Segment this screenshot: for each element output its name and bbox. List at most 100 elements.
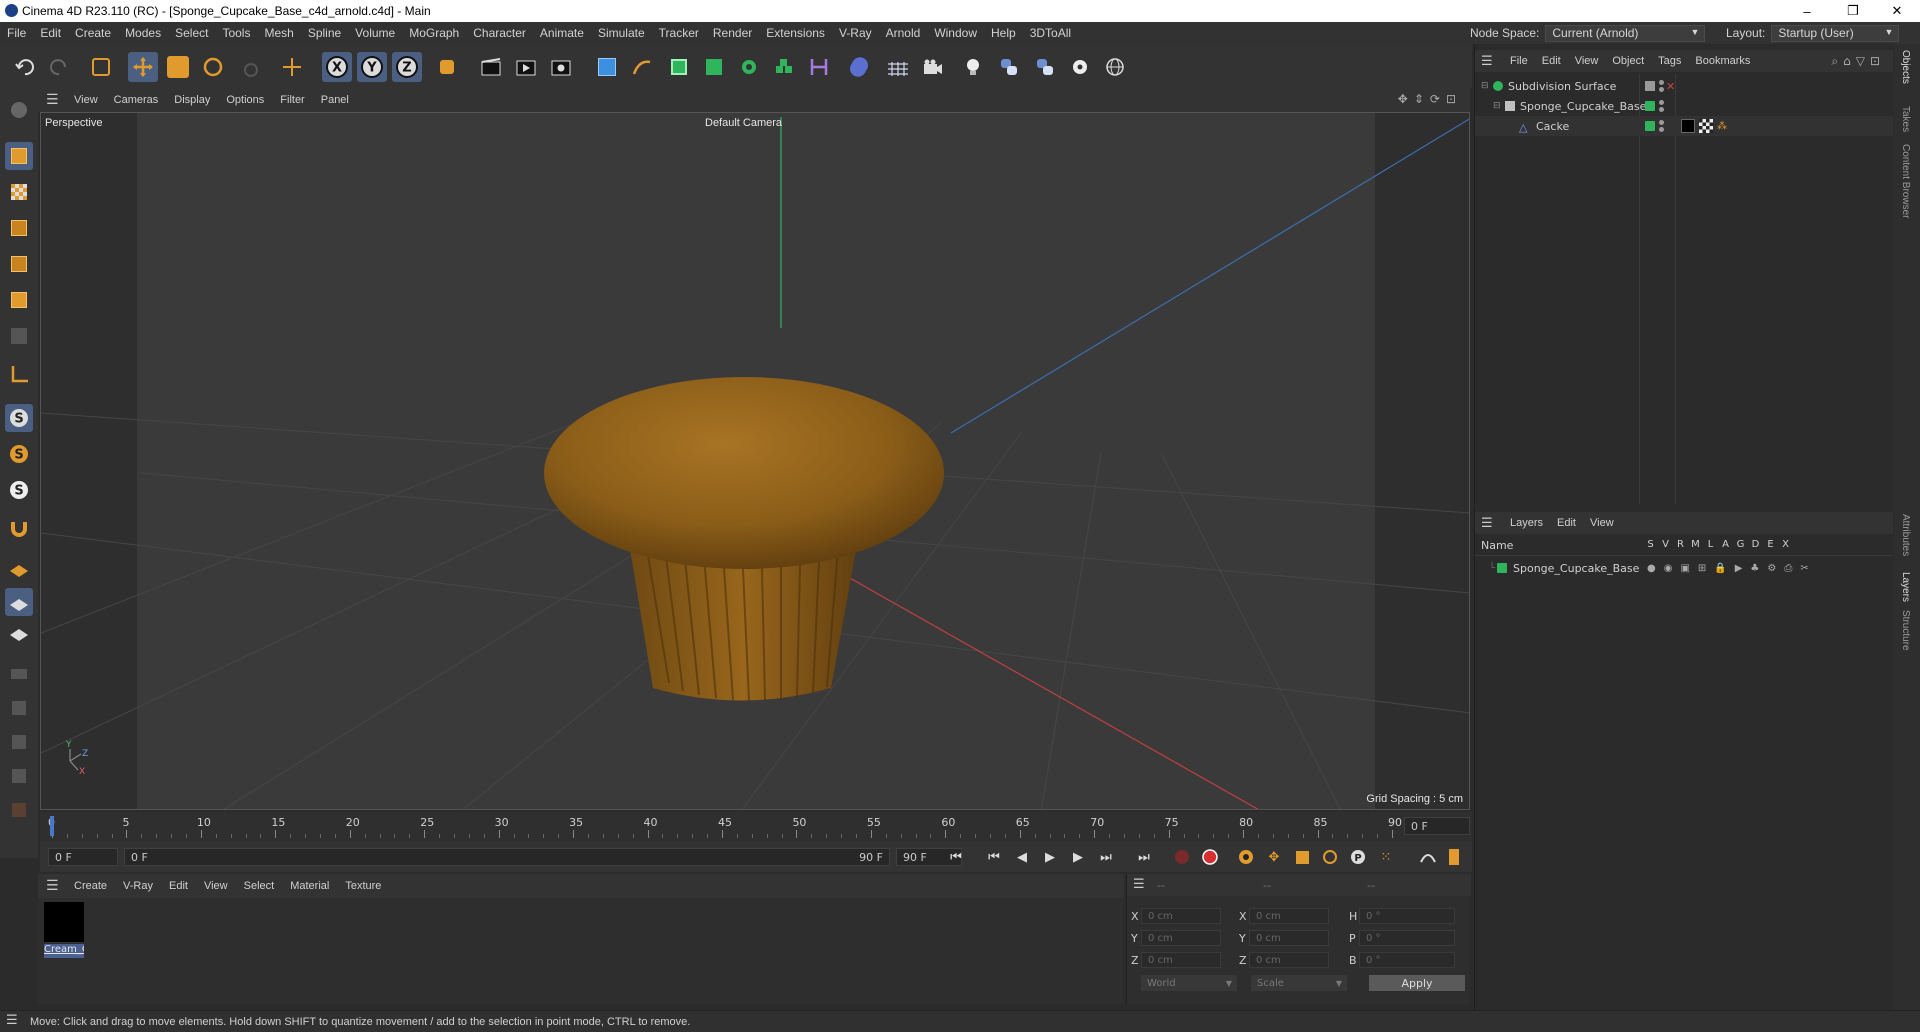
material-menu-material[interactable]: Material (282, 880, 337, 892)
lock-x-button[interactable]: X (322, 52, 352, 82)
menu-tracker[interactable]: Tracker (652, 26, 706, 40)
paint-button[interactable] (5, 660, 33, 688)
layers-menu-layers[interactable]: Layers (1503, 517, 1550, 529)
sculpt-r-button[interactable] (5, 728, 33, 756)
goto-start-button[interactable]: ⏮ (946, 847, 966, 867)
menu-extensions[interactable]: Extensions (759, 26, 832, 40)
undo-button[interactable] (10, 52, 40, 82)
menu-mograph[interactable]: MoGraph (402, 26, 466, 40)
deformer-button[interactable] (804, 52, 834, 82)
rot-p-field[interactable]: 0 ° (1359, 930, 1455, 946)
goto-end-button[interactable]: ⏭ (1134, 847, 1154, 867)
layer-column-r[interactable]: R (1673, 539, 1688, 550)
maximize-button[interactable]: ❐ (1830, 0, 1876, 22)
playhead[interactable] (50, 816, 54, 836)
size-y-field[interactable]: 0 cm (1249, 930, 1329, 946)
tab-structure[interactable]: Structure (1900, 610, 1911, 651)
workplane-button[interactable] (5, 554, 33, 582)
material-menu-select[interactable]: Select (236, 880, 283, 892)
camera-button[interactable] (918, 52, 948, 82)
polygons-mode-button[interactable] (5, 286, 33, 314)
sculpt-extra-button[interactable] (5, 796, 33, 824)
key-param-button[interactable]: P (1348, 847, 1368, 867)
redo-button[interactable] (44, 52, 74, 82)
prev-frame-button[interactable]: ◀ (1012, 847, 1032, 867)
object-row-cacke[interactable]: △ Cacke ⁂ (1475, 116, 1893, 136)
hamburger-icon[interactable]: ☰ (6, 1013, 18, 1028)
viewport-menu-view[interactable]: View (66, 94, 106, 106)
render-picture-viewer-button[interactable] (511, 52, 541, 82)
layer-color-icon[interactable] (1645, 101, 1655, 111)
layers-menu-view[interactable]: View (1583, 517, 1621, 529)
pos-x-field[interactable]: 0 cm (1141, 908, 1221, 924)
magnet-button[interactable] (5, 514, 33, 542)
material-menu-create[interactable]: Create (66, 880, 115, 892)
viewport-menu-filter[interactable]: Filter (272, 94, 312, 106)
lock-y-button[interactable]: Y (357, 52, 387, 82)
hamburger-icon[interactable]: ☰ (46, 878, 66, 894)
objects-menu-file[interactable]: File (1503, 55, 1535, 67)
layer-column-m[interactable]: M (1688, 539, 1703, 550)
python-script-button[interactable] (1030, 52, 1060, 82)
viewport-menu-options[interactable]: Options (218, 94, 272, 106)
menu-create[interactable]: Create (68, 26, 118, 40)
objects-menu-bookmarks[interactable]: Bookmarks (1688, 55, 1757, 67)
enable-check-icon[interactable] (1645, 81, 1655, 91)
edges-mode-button[interactable] (5, 250, 33, 278)
material-menu-edit[interactable]: Edit (161, 880, 196, 892)
layer-color-icon[interactable] (1645, 121, 1655, 131)
layout-dropdown[interactable]: Startup (User) ▼ (1771, 24, 1900, 42)
size-x-field[interactable]: 0 cm (1249, 908, 1329, 924)
start-frame-field[interactable]: 0 F (48, 848, 118, 866)
hamburger-icon[interactable]: ☰ (1133, 877, 1145, 892)
render-view-button[interactable] (476, 52, 506, 82)
hamburger-icon[interactable]: ☰ (1481, 54, 1503, 69)
menu-edit[interactable]: Edit (33, 26, 68, 40)
menu-mesh[interactable]: Mesh (257, 26, 300, 40)
select-tool-button[interactable] (86, 52, 116, 82)
snap-settings-button[interactable]: S (5, 440, 33, 468)
settings-button[interactable] (1065, 52, 1095, 82)
menu-help[interactable]: Help (984, 26, 1023, 40)
rot-h-field[interactable]: 0 ° (1359, 908, 1455, 924)
key-pla-button[interactable]: ⁙ (1376, 847, 1396, 867)
next-key-button[interactable]: ⏭ (1096, 847, 1116, 867)
objects-menu-tags[interactable]: Tags (1651, 55, 1688, 67)
frame-range-slider[interactable]: 0 F 90 F (124, 848, 890, 866)
layers-menu-edit[interactable]: Edit (1550, 517, 1583, 529)
camera-label[interactable]: Default Camera (705, 117, 782, 129)
axis-mode-button[interactable] (5, 360, 33, 388)
layer-column-s[interactable]: S (1643, 539, 1658, 550)
menu-select[interactable]: Select (168, 26, 215, 40)
next-frame-button[interactable]: ▶ (1068, 847, 1088, 867)
layer-column-g[interactable]: G (1733, 539, 1748, 550)
objects-menu-edit[interactable]: Edit (1535, 55, 1568, 67)
extrude-button[interactable] (699, 52, 729, 82)
menu-file[interactable]: File (0, 26, 33, 40)
key-position-button[interactable]: ✥ (1264, 847, 1284, 867)
node-space-dropdown[interactable]: Current (Arnold) ▼ (1545, 24, 1706, 42)
sculpt-p-button[interactable] (5, 694, 33, 722)
menu-3dtoall[interactable]: 3DToAll (1023, 26, 1078, 40)
layer-column-l[interactable]: L (1703, 539, 1718, 550)
menu-volume[interactable]: Volume (348, 26, 402, 40)
material-swatch[interactable]: Cream_C (44, 902, 84, 960)
layer-column-x[interactable]: X (1778, 539, 1793, 550)
play-button[interactable]: ▶ (1040, 847, 1060, 867)
key-rotation-button[interactable] (1320, 847, 1340, 867)
uv-mode-button[interactable] (5, 322, 33, 350)
light-button[interactable] (958, 52, 988, 82)
current-frame-field[interactable]: 0 F (1404, 817, 1470, 835)
layer-column-a[interactable]: A (1718, 539, 1733, 550)
object-row-cupcake-base[interactable]: ⊟ Sponge_Cupcake_Base (1475, 96, 1893, 116)
keyframe-selection-button[interactable] (1236, 847, 1256, 867)
menu-spline[interactable]: Spline (301, 26, 348, 40)
apply-button[interactable]: Apply (1369, 975, 1465, 991)
objects-menu-object[interactable]: Object (1605, 55, 1651, 67)
rotate-tool-button[interactable] (198, 52, 228, 82)
tab-objects[interactable]: Objects (1900, 50, 1911, 84)
visibility-dots[interactable] (1659, 100, 1664, 112)
menu-simulate[interactable]: Simulate (591, 26, 652, 40)
points-mode-button[interactable] (5, 214, 33, 242)
menu-modes[interactable]: Modes (118, 26, 168, 40)
